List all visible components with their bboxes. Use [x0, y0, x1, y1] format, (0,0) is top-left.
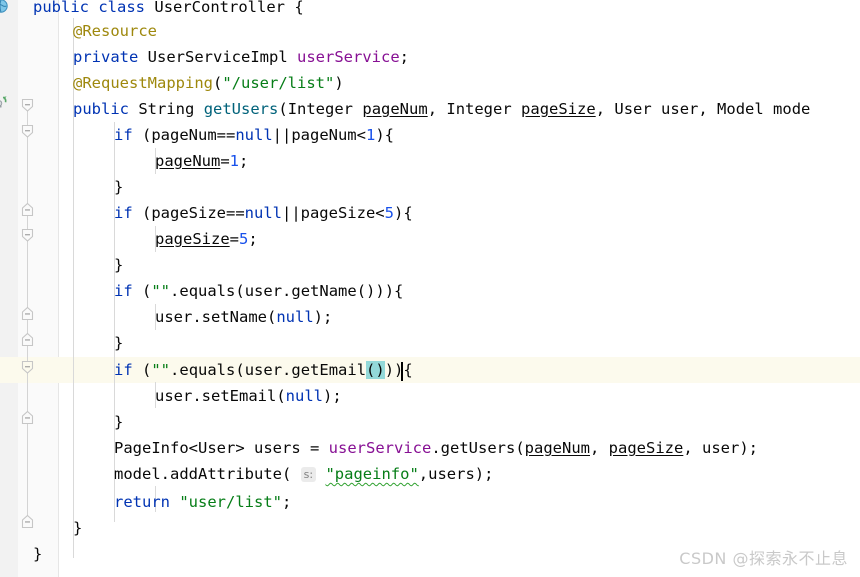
code-line-4[interactable]: @RequestMapping("/user/list"): [73, 70, 344, 96]
token-type-usercontroller: UserController: [154, 0, 286, 16]
token-var-user: user: [244, 282, 283, 300]
token-string-empty: "": [151, 361, 171, 379]
parameter-hint-chip: s:: [300, 467, 317, 482]
token-keyword-private: private: [73, 48, 139, 66]
code-line-1[interactable]: public class UserController {: [33, 0, 304, 20]
code-line-10[interactable]: pageSize=5;: [155, 226, 258, 252]
code-line-6[interactable]: if (pageNum==null||pageNum<1){: [114, 122, 394, 148]
token-param-pagesize: pageSize: [608, 439, 684, 457]
token-var-users: users: [254, 439, 301, 457]
token-number-5: 5: [239, 230, 249, 248]
token-keyword-null: null: [244, 204, 282, 222]
code-editor[interactable]: public class UserController { @Resource …: [0, 0, 860, 577]
token-keyword-public: public: [73, 100, 129, 118]
token-type-integer: Integer: [446, 100, 512, 118]
token-string-user-list-path: "/user/list": [222, 74, 335, 92]
code-line-12[interactable]: if ("".equals(user.getName())){: [114, 278, 403, 304]
token-number-1: 1: [229, 152, 240, 170]
token-method-getusers: getUsers: [440, 439, 516, 457]
code-line-17[interactable]: }: [114, 409, 123, 435]
token-var-user: user: [155, 308, 193, 326]
token-type-integer: Integer: [287, 100, 354, 118]
token-var-user: user: [244, 361, 283, 379]
token-string-pageinfo: "pageinfo": [325, 465, 419, 483]
token-field-userservice: userService: [297, 48, 400, 66]
code-content[interactable]: public class UserController { @Resource …: [0, 0, 860, 577]
code-line-18[interactable]: PageInfo<User> users = userService.getUs…: [114, 435, 758, 461]
token-annotation-requestmapping: @RequestMapping: [73, 74, 213, 92]
token-keyword-if: if: [114, 361, 133, 379]
code-line-13[interactable]: user.setName(null);: [155, 304, 332, 330]
token-param-user: user: [661, 100, 699, 118]
token-var-user: user: [155, 387, 193, 405]
token-keyword-null: null: [285, 387, 323, 405]
token-keyword-if: if: [114, 204, 133, 222]
token-var-model: model: [114, 465, 161, 483]
token-param-pagenum: pageNum: [155, 152, 221, 170]
code-line-2[interactable]: @Resource: [73, 18, 157, 44]
code-line-5[interactable]: public String getUsers(Integer pageNum, …: [73, 96, 810, 122]
token-param-pagesize: pageSize: [521, 100, 596, 118]
token-keyword-public: public: [33, 0, 89, 16]
token-keyword-if: if: [114, 126, 133, 144]
token-param-pagenum: pageNum: [524, 439, 590, 457]
token-method-setemail: setEmail: [201, 387, 277, 405]
token-annotation-resource: @Resource: [73, 22, 157, 40]
token-param-pagesize: pageSize: [155, 230, 230, 248]
code-line-11[interactable]: }: [114, 252, 123, 278]
token-param-model: mode: [773, 100, 811, 118]
token-keyword-return: return: [114, 493, 170, 511]
code-line-9[interactable]: if (pageSize==null||pageSize<5){: [114, 200, 413, 226]
token-keyword-null: null: [235, 126, 273, 144]
code-line-20[interactable]: return "user/list";: [114, 489, 291, 515]
token-method-getemail: getEmail: [291, 361, 367, 379]
token-keyword-if: if: [114, 282, 133, 300]
code-line-15[interactable]: if ("".equals(user.getEmail())){: [114, 357, 413, 383]
token-method-setname: setName: [201, 308, 267, 326]
token-method-equals: equals: [179, 282, 236, 300]
token-string-user-list: "user/list": [179, 493, 282, 511]
code-line-21[interactable]: }: [73, 515, 82, 541]
code-line-19[interactable]: model.addAttribute( s: "pageinfo",users)…: [114, 461, 493, 487]
token-type-model: Model: [717, 100, 764, 118]
code-line-14[interactable]: }: [114, 330, 123, 356]
token-string-empty: "": [151, 282, 171, 300]
token-field-userservice: userService: [328, 439, 432, 457]
token-param-pagenum: pageNum: [362, 100, 428, 118]
token-number-1: 1: [365, 126, 376, 144]
token-keyword-class: class: [98, 0, 146, 16]
token-method-equals: equals: [179, 361, 236, 379]
token-var-users: users: [428, 465, 475, 483]
code-line-3[interactable]: private UserServiceImpl userService;: [73, 44, 409, 70]
text-caret: [401, 362, 403, 381]
token-method-addattribute: addAttribute: [170, 465, 282, 483]
token-type-user: User: [614, 100, 652, 118]
token-type-pageinfo: PageInfo: [114, 439, 189, 457]
token-type-user: User: [198, 439, 236, 457]
code-line-22[interactable]: }: [33, 541, 42, 567]
token-method-getusers: getUsers: [203, 100, 279, 118]
code-line-7[interactable]: pageNum=1;: [155, 148, 248, 174]
token-method-getname: getName: [291, 282, 357, 300]
bracket-match-highlight: (): [366, 361, 385, 379]
token-keyword-null: null: [276, 308, 314, 326]
token-type-string: String: [138, 100, 195, 118]
token-type-userserviceimpl: UserServiceImpl: [147, 48, 288, 66]
watermark: CSDN @探索永不止息: [679, 549, 848, 568]
token-number-5: 5: [384, 204, 394, 222]
code-line-8[interactable]: }: [114, 174, 123, 200]
code-line-16[interactable]: user.setEmail(null);: [155, 383, 342, 409]
token-param-user: user: [702, 439, 740, 457]
